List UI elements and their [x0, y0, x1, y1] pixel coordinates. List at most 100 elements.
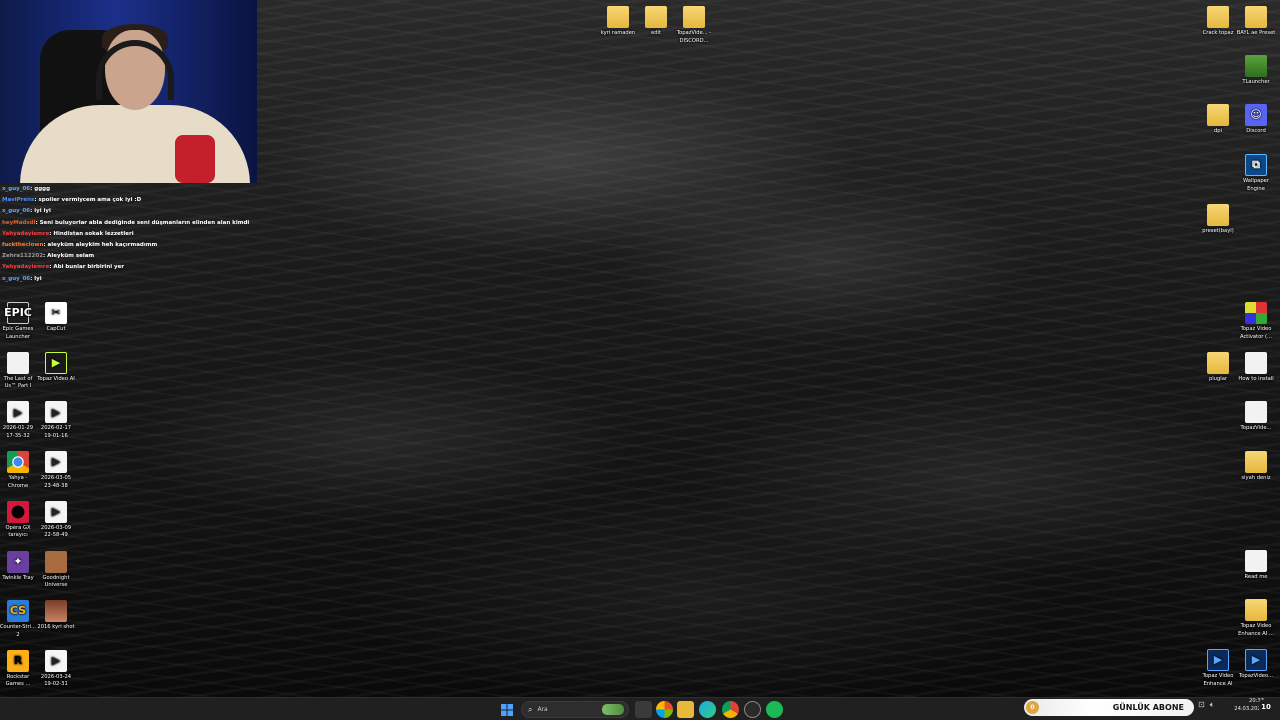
opera-gx-icon[interactable]: Opera GX tarayıcı — [0, 500, 38, 540]
counter-strike-2-glyph-icon: CS — [7, 600, 29, 623]
siyah-deniz-glyph-icon — [1245, 451, 1267, 473]
icon-label: TopazVide... — [1240, 425, 1272, 431]
icon-label: 2026-03-24 19-02-31 — [40, 673, 72, 688]
counter-strike-2-icon[interactable]: CS Counter-Stri... 2 — [0, 600, 38, 639]
crack-topaz-folder[interactable]: Crack topaz — [1198, 6, 1238, 38]
2016-kyri-shot-icon[interactable]: 2016 kyri shot — [36, 600, 76, 632]
epic-games-launcher-icon[interactable]: EPIC Epic Games Launcher — [0, 302, 38, 341]
subscriber-goal-widget: 0 GÜNLÜK ABONE — [1024, 699, 1194, 716]
preset-bayl-folder[interactable]: preset(bayl) — [1198, 204, 1238, 236]
icon-label: Twinkle Tray — [2, 574, 34, 581]
network-icon[interactable]: ⊡ — [1198, 700, 1205, 710]
icon-label: edit — [651, 30, 661, 36]
tlauncher-icon[interactable]: TLauncher — [1236, 55, 1276, 87]
chat-text: : Aleyküm selam — [43, 253, 95, 260]
video-2026-03-05-glyph-icon: ▶ — [45, 451, 67, 474]
video-2026-03-09-icon[interactable]: ▶ 2026-03-09 22-58-49 — [36, 500, 76, 540]
subscriber-goal-label: GÜNLÜK ABONE — [1112, 703, 1184, 712]
topaz-video-file-glyph-icon — [1245, 401, 1267, 423]
video-2026-01-29-icon[interactable]: ▶ 2026-01-29 17-35-32 — [0, 401, 38, 440]
topaz-video-enhance-ai-glyph-icon — [1245, 599, 1267, 621]
task-view-icon[interactable] — [635, 701, 652, 718]
rockstar-games-icon[interactable]: R Rockstar Games ... — [0, 649, 38, 689]
the-last-of-us-icon[interactable]: The Last of Us™ Part I — [0, 351, 38, 391]
yahya-chrome-icon[interactable]: Yahya - Chrome — [0, 451, 38, 490]
pluglar-glyph-icon — [1207, 352, 1229, 374]
chat-message: Yahyadayiemre: Hindistan sokak lezzetler… — [2, 229, 252, 240]
read-me-icon[interactable]: Read me — [1236, 550, 1276, 582]
microphone-icon — [175, 135, 215, 183]
kyri-ramaden-folder[interactable]: kyri ramaden — [598, 6, 638, 38]
chat-text: : Abi bunlar birbirini yer — [49, 264, 125, 271]
icon-label: Counter-Stri... 2 — [0, 624, 37, 638]
icon-label: dpi — [1213, 128, 1223, 134]
topaz-video-enhance-ai-folder[interactable]: Topaz Video Enhance AI ... — [1236, 599, 1276, 638]
chat-message: heyMadsdl: Seni buluyorlar abla dediğind… — [2, 218, 252, 229]
icon-label: 2026-03-09 22-58-49 — [40, 524, 72, 539]
chat-text: : gggg — [30, 186, 51, 192]
topaz-video-enhance-ai-glyph-icon: ▶ — [1207, 649, 1229, 671]
topaz-video-enhance-ai-icon[interactable]: ▶ Topaz Video Enhance AI — [1198, 649, 1238, 688]
file-explorer-icon[interactable] — [677, 701, 694, 718]
chrome-taskbar-icon[interactable] — [722, 701, 739, 718]
icon-label: Wallpaper Engine — [1243, 178, 1269, 192]
windows-start-button[interactable] — [499, 702, 515, 717]
siyah-deniz-folder[interactable]: siyah deniz — [1236, 451, 1276, 483]
capcut-icon[interactable]: ✂ CapCut — [36, 302, 76, 334]
topaz-video-activator-icon[interactable]: Topaz Video Activator (... — [1236, 302, 1276, 341]
edit-glyph-icon — [645, 6, 667, 28]
chat-username: Zehra112202 — [2, 253, 44, 260]
chat-text: : spoiler vermiycem ama çok iyi :D — [34, 197, 142, 204]
chat-message: MaviPrens: spoiler vermiycem ama çok iyi… — [2, 195, 252, 206]
chat-username: heyMadsdl — [2, 219, 36, 226]
icon-label: CapCut — [46, 326, 66, 332]
pluglar-folder[interactable]: pluglar — [1198, 352, 1238, 384]
chat-username: fucktheclown — [2, 242, 44, 249]
topaz-video-discord-folder[interactable]: TopazVide... - DISCORD... — [674, 6, 714, 45]
epic-games-launcher-glyph-icon: EPIC — [4, 302, 32, 324]
video-2026-03-24-icon[interactable]: ▶ 2026-03-24 19-02-31 — [36, 649, 76, 689]
edit-folder[interactable]: edit — [636, 6, 676, 38]
discord-icon[interactable]: ☺ Discord — [1236, 104, 1276, 136]
obs-icon[interactable] — [744, 701, 761, 718]
icon-label: Goodnight Universe — [42, 574, 70, 589]
icon-label: 2026-01-29 17-35-32 — [2, 425, 34, 439]
chat-username: Yahyadayiemre — [2, 230, 50, 237]
system-tray[interactable]: ⊡ 🔈︎ — [1198, 700, 1215, 710]
tlauncher-glyph-icon — [1245, 55, 1267, 77]
goodnight-universe-glyph-icon — [45, 550, 67, 573]
wallpaper-engine-icon[interactable]: ⧉ Wallpaper Engine — [1236, 154, 1276, 193]
edge-icon[interactable] — [699, 701, 716, 718]
yahya-chrome-glyph-icon — [7, 451, 29, 474]
icon-label: How to install — [1238, 376, 1274, 382]
search-highlight-icon — [602, 704, 624, 715]
how-to-install-glyph-icon — [1245, 352, 1267, 374]
opera-gx-glyph-icon — [7, 500, 29, 523]
taskbar-search-input[interactable]: ⌕ Ara — [521, 701, 629, 718]
topaz-video-shortcut-icon[interactable]: ▶ TopazVideo... — [1236, 649, 1276, 681]
bayl-ae-preset-folder[interactable]: BAYL ae Preset — [1236, 6, 1276, 38]
video-2026-02-17-icon[interactable]: ▶ 2026-02-17 19-01-16 — [36, 401, 76, 440]
volume-icon[interactable]: 🔈︎ — [1210, 700, 1215, 710]
chat-text: : Hindistan sokak lezzetleri — [49, 230, 134, 237]
wallpaper-engine-glyph-icon: ⧉ — [1245, 154, 1267, 176]
spotify-icon[interactable] — [766, 701, 783, 718]
video-2026-03-09-glyph-icon: ▶ — [45, 500, 67, 523]
icon-label: Topaz Video Enhance AI — [1202, 673, 1234, 687]
topaz-video-ai-icon[interactable]: ▶ Topaz Video AI — [36, 351, 76, 384]
icon-label: siyah deniz — [1241, 475, 1271, 481]
topaz-video-file-icon[interactable]: TopazVide... — [1236, 401, 1276, 433]
dpi-folder[interactable]: dpi — [1198, 104, 1238, 136]
chat-username: x_guy_06 — [2, 186, 31, 192]
how-to-install-icon[interactable]: How to install — [1236, 352, 1276, 384]
rockstar-games-glyph-icon: R — [7, 649, 29, 672]
icon-label: pluglar — [1208, 376, 1228, 382]
goodnight-universe-icon[interactable]: Goodnight Universe — [36, 550, 76, 590]
icon-label: kyri ramaden — [600, 30, 636, 36]
topaz-video-shortcut-glyph-icon: ▶ — [1245, 649, 1267, 671]
twinkle-tray-icon[interactable]: ✦ Twinkle Tray — [0, 550, 38, 583]
copilot-icon[interactable] — [656, 701, 673, 718]
video-2026-03-05-icon[interactable]: ▶ 2026-03-05 23-48-38 — [36, 451, 76, 490]
notification-center-badge[interactable]: 10 — [1259, 700, 1273, 714]
crack-topaz-glyph-icon — [1207, 6, 1229, 28]
